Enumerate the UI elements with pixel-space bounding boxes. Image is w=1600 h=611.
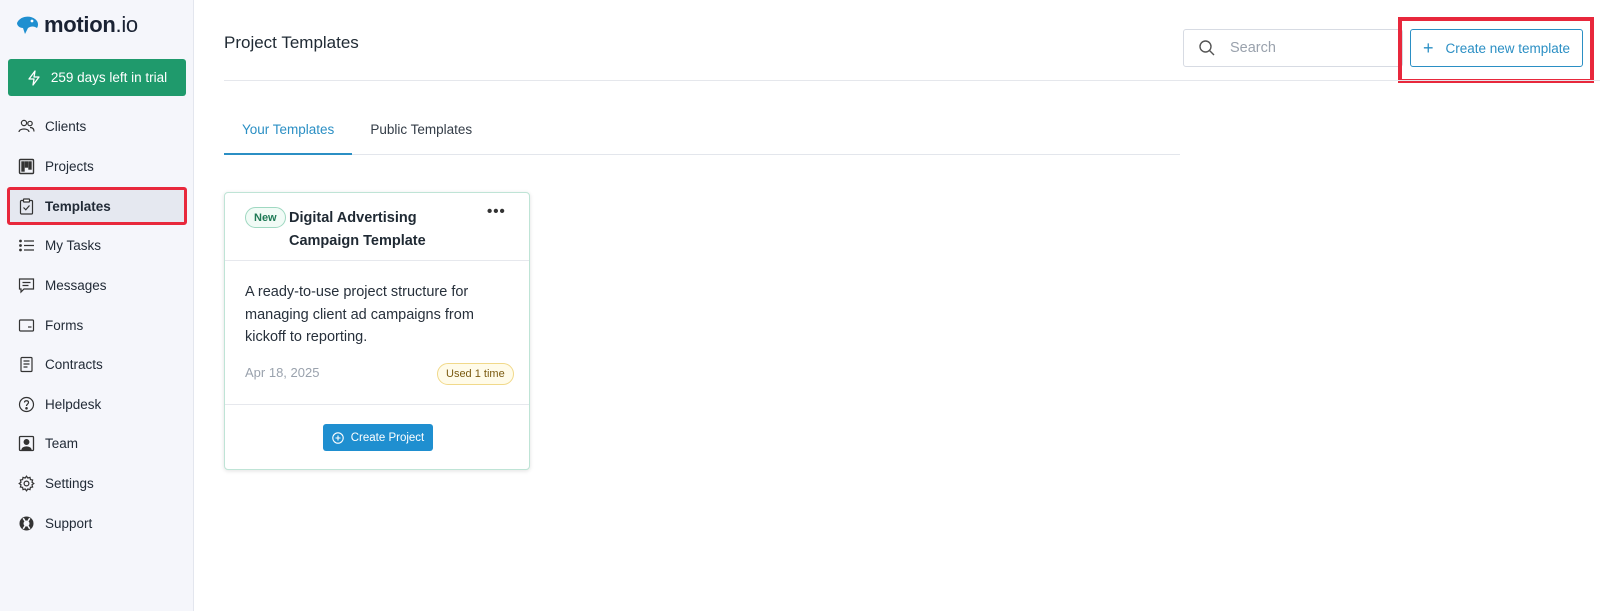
logo-text: motion.io	[44, 12, 138, 38]
sidebar-nav: Clients Projects Templates My Tasks Mess…	[7, 107, 187, 543]
sidebar-item-settings[interactable]: Settings	[8, 464, 186, 504]
sidebar-item-label: Support	[45, 515, 93, 531]
more-options-icon[interactable]: •••	[487, 203, 506, 220]
users-icon	[18, 120, 35, 133]
list-icon	[19, 240, 34, 252]
logo-mark-icon	[17, 16, 39, 34]
header-divider	[224, 80, 1600, 81]
trial-button[interactable]: 259 days left in trial	[8, 59, 186, 96]
create-new-template-button[interactable]: + Create new template	[1410, 29, 1583, 67]
sidebar-item-templates[interactable]: Templates	[7, 187, 187, 226]
sidebar-item-projects[interactable]: Projects	[8, 147, 186, 187]
logo-text-bold: motion	[44, 12, 116, 37]
sidebar-item-messages[interactable]: Messages	[8, 266, 186, 306]
sidebar-item-label: Messages	[45, 278, 107, 294]
logo[interactable]: motion.io	[14, 12, 138, 38]
sidebar-item-contracts[interactable]: Contracts	[8, 345, 186, 385]
team-icon	[18, 436, 35, 452]
sidebar-item-helpdesk[interactable]: Helpdesk	[8, 385, 186, 425]
plus-circle-icon	[331, 431, 344, 444]
search-input[interactable]	[1230, 40, 1380, 56]
create-project-label: Create Project	[350, 431, 425, 444]
sidebar-item-support[interactable]: Support	[8, 503, 186, 543]
lifebuoy-icon	[19, 516, 34, 531]
template-title[interactable]: Digital Advertising Campaign Template	[289, 207, 469, 253]
tab-your-templates[interactable]: Your Templates	[224, 112, 353, 155]
kanban-icon	[18, 158, 35, 175]
gear-icon	[18, 475, 35, 492]
sidebar-item-label: Forms	[45, 317, 84, 333]
sidebar-item-clients[interactable]: Clients	[8, 107, 186, 147]
sidebar-item-label: Settings	[45, 476, 94, 492]
template-card[interactable]: New Digital Advertising Campaign Templat…	[224, 192, 530, 470]
sidebar-item-label: Projects	[45, 158, 94, 174]
sidebar-item-forms[interactable]: Forms	[8, 305, 186, 345]
message-icon	[18, 278, 35, 294]
search-icon	[1199, 40, 1215, 56]
sidebar-item-label: Clients	[45, 119, 87, 135]
sidebar-item-label: Team	[45, 436, 79, 452]
search-box[interactable]	[1183, 29, 1403, 67]
sidebar: motion.io 259 days left in trial Clients…	[0, 0, 194, 611]
sidebar-item-my-tasks[interactable]: My Tasks	[8, 226, 186, 266]
page-title: Project Templates	[224, 33, 359, 52]
tab-public-templates[interactable]: Public Templates	[352, 112, 490, 155]
sidebar-item-label: My Tasks	[45, 238, 102, 254]
lightning-icon	[28, 69, 40, 86]
template-card-footer: Create Project	[225, 404, 529, 470]
template-tabs: Your Templates Public Templates	[224, 112, 1180, 155]
document-icon	[20, 357, 33, 373]
create-new-template-label: Create new template	[1445, 40, 1571, 56]
create-project-button[interactable]: Create Project	[323, 424, 433, 451]
plus-icon: +	[1422, 38, 1434, 58]
sidebar-item-label: Helpdesk	[45, 396, 102, 412]
template-card-header: New Digital Advertising Campaign Templat…	[225, 193, 529, 261]
form-icon	[18, 319, 35, 332]
usage-badge: Used 1 time	[437, 363, 514, 385]
sidebar-item-team[interactable]: Team	[8, 424, 186, 464]
new-badge: New	[245, 207, 286, 228]
help-circle-icon	[18, 396, 35, 412]
template-date: Apr 18, 2025	[245, 365, 320, 380]
sidebar-item-label: Contracts	[45, 357, 103, 373]
clipboard-check-icon	[19, 198, 34, 215]
template-description: A ready-to-use project structure for man…	[245, 284, 474, 345]
sidebar-item-label: Templates	[45, 198, 111, 214]
trial-label: 259 days left in trial	[50, 70, 168, 85]
logo-text-light: .io	[115, 12, 139, 37]
